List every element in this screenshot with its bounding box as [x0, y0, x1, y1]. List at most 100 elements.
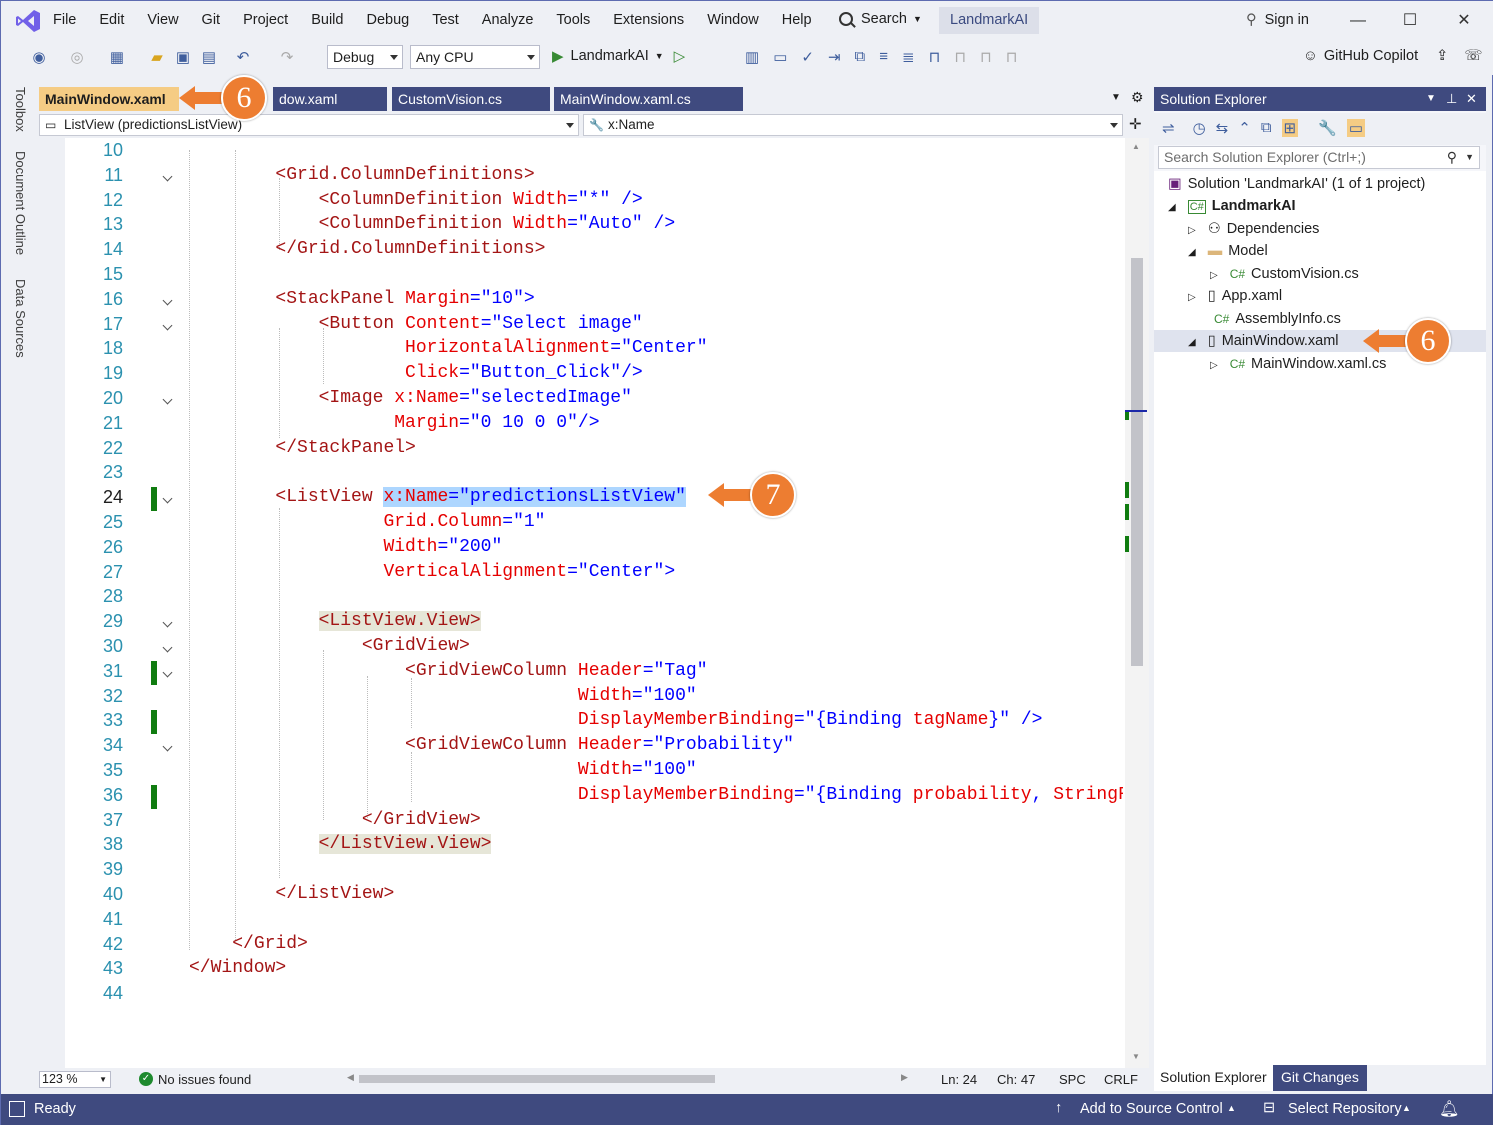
new-project-icon[interactable]: ▦ [107, 48, 127, 68]
collapsed-icon[interactable]: ▷ [1188, 292, 1196, 303]
menu-test[interactable]: Test [419, 12, 469, 28]
horizontal-scroll-thumb[interactable] [359, 1075, 715, 1083]
code-line[interactable]: <GridViewColumn Header="Probability" [189, 735, 794, 759]
notifications-bell-icon[interactable]: 🔔︎ [1439, 1099, 1459, 1119]
switch-views-icon[interactable]: ⇌ [1162, 119, 1175, 137]
pin-icon[interactable]: ⊥ [1446, 87, 1457, 111]
browse-icon[interactable]: ▥ [745, 48, 759, 66]
expanded-icon[interactable]: ◢ [1188, 337, 1196, 348]
menu-file[interactable]: File [53, 12, 86, 28]
feedback-icon[interactable]: ☏ [1464, 48, 1482, 64]
code-line[interactable]: <ListView x:Name="predictionsListView" [189, 487, 686, 511]
scroll-left-icon[interactable]: ◀ [347, 1072, 354, 1083]
code-line[interactable]: Width="100" [189, 686, 697, 710]
step-icon[interactable]: ⇥ [828, 48, 841, 66]
code-line[interactable]: <Image x:Name="selectedImage" [189, 388, 632, 412]
preview-icon[interactable]: ▭ [1346, 119, 1365, 137]
show-all-files-icon[interactable]: ⧉ [1261, 119, 1272, 137]
menu-window[interactable]: Window [694, 12, 769, 28]
chevron-down-icon[interactable]: ▼ [1465, 147, 1474, 168]
tree-node-assemblyinfo[interactable]: C# AssemblyInfo.cs [1214, 308, 1341, 330]
code-line[interactable]: </GridView> [189, 810, 481, 834]
add-to-source-control-button[interactable]: Add to Source Control [1080, 1101, 1223, 1117]
sign-in-button[interactable]: ⚲ Sign in [1246, 12, 1309, 28]
redo-icon[interactable]: ↷ [277, 48, 297, 68]
code-line[interactable]: </Grid.ColumnDefinitions> [189, 239, 545, 263]
tab-mainwindow-xaml-cs[interactable]: MainWindow.xaml.cs [554, 87, 743, 111]
search-box[interactable]: Search ▼ [839, 11, 922, 27]
menu-git[interactable]: Git [189, 12, 231, 28]
code-area[interactable]: <Grid.ColumnDefinitions> <ColumnDefiniti… [39, 138, 1123, 1068]
tab-solution-explorer[interactable]: Solution Explorer [1154, 1065, 1273, 1091]
code-line[interactable]: </ListView.View> [189, 834, 492, 858]
menu-edit[interactable]: Edit [86, 12, 134, 28]
navigate-back-icon[interactable]: ◉ [29, 48, 49, 68]
split-icon[interactable]: ✛ [1129, 115, 1142, 133]
code-line[interactable]: Click="Button_Click"/> [189, 363, 643, 387]
filter-icon[interactable]: ⊞ [1281, 119, 1299, 137]
code-line[interactable]: <ColumnDefinition Width="*" /> [189, 190, 643, 214]
tab-git-changes[interactable]: Git Changes [1273, 1065, 1367, 1091]
clear-bookmarks-icon[interactable]: ⊓ [1006, 48, 1018, 66]
zoom-dropdown[interactable]: 123 % ▼ [39, 1071, 111, 1088]
layout-icon[interactable]: ▭ [773, 48, 787, 66]
tree-node-customvision[interactable]: ▷ C# CustomVision.cs [1210, 263, 1359, 285]
navigate-forward-icon[interactable]: ◎ [67, 48, 87, 68]
select-repository-button[interactable]: Select Repository [1288, 1101, 1402, 1117]
minimize-button[interactable]: — [1335, 7, 1381, 35]
scroll-thumb[interactable] [1131, 258, 1143, 666]
whitespace-status[interactable]: SPC [1059, 1072, 1086, 1087]
code-line[interactable]: Width="200" [189, 537, 502, 561]
vertical-scrollbar[interactable]: ▲ ▼ [1125, 138, 1149, 1068]
code-line[interactable]: HorizontalAlignment="Center" [189, 338, 707, 362]
code-line[interactable]: Width="100" [189, 760, 697, 784]
code-line[interactable]: Grid.Column="1" [189, 512, 545, 536]
data-sources-tab[interactable]: Data Sources [13, 279, 28, 358]
compare-icon[interactable]: ⧉ [855, 48, 866, 66]
menu-build[interactable]: Build [298, 12, 353, 28]
start-without-debugging-icon[interactable]: ▷ [674, 47, 686, 65]
solution-explorer-search[interactable]: Search Solution Explorer (Ctrl+;) ⚲ ▼ [1158, 146, 1480, 169]
spellcheck-icon[interactable]: ✓ [801, 48, 814, 66]
menu-tools[interactable]: Tools [543, 12, 600, 28]
panel-menu-icon[interactable]: ▼ [1426, 87, 1436, 111]
code-line[interactable]: DisplayMemberBinding="{Binding probabili… [189, 785, 1123, 809]
menu-extensions[interactable]: Extensions [600, 12, 694, 28]
member-dropdown[interactable]: 🔧 x:Name [583, 114, 1123, 136]
next-bookmark-icon[interactable]: ⊓ [980, 48, 992, 66]
line-number-status[interactable]: Ln: 24 [941, 1072, 977, 1087]
code-line[interactable]: <Button Content="Select image" [189, 314, 643, 338]
menu-view[interactable]: View [134, 12, 188, 28]
issues-status[interactable]: No issues found [158, 1072, 251, 1087]
close-panel-icon[interactable]: ✕ [1466, 87, 1477, 111]
tab-overflow-icon[interactable]: ▼ [1111, 92, 1121, 103]
tree-node-model-folder[interactable]: ◢ ▬ Model [1188, 240, 1268, 262]
scroll-down-icon[interactable]: ▼ [1132, 1052, 1140, 1061]
platform-dropdown[interactable]: Any CPU [410, 45, 540, 69]
code-line[interactable]: <Grid.ColumnDefinitions> [189, 165, 534, 189]
code-line[interactable]: </StackPanel> [189, 438, 415, 462]
code-line[interactable]: Margin="0 10 0 0"/> [189, 413, 599, 437]
menu-help[interactable]: Help [769, 12, 822, 28]
open-folder-icon[interactable]: ▰ [147, 48, 167, 68]
tab-mainwindow-xaml[interactable]: MainWindow.xaml [39, 87, 179, 111]
code-line[interactable]: <StackPanel Margin="10"> [189, 289, 534, 313]
collapse-all-icon[interactable]: ⌃ [1238, 119, 1251, 137]
outdent-icon[interactable]: ≣ [902, 48, 915, 66]
save-icon[interactable]: ▣ [173, 48, 193, 68]
code-editor[interactable]: 10 11 12 13 14 15 16 17 18 19 20 21 22 23 24 25 26 27 28 29… [39, 138, 1149, 1068]
start-debugging-button[interactable]: ▶ LandmarkAI ▼ ▷ [552, 47, 685, 65]
code-line[interactable]: <ColumnDefinition Width="Auto" /> [189, 214, 676, 238]
collapsed-icon[interactable]: ▷ [1210, 270, 1218, 281]
element-dropdown[interactable]: ▭ ListView (predictionsListView) [39, 114, 579, 136]
save-all-icon[interactable]: ▤ [199, 48, 219, 68]
bookmark-icon[interactable]: ⊓ [929, 48, 941, 66]
tree-node-dependencies[interactable]: ▷ ⚇ Dependencies [1188, 218, 1319, 240]
github-copilot-button[interactable]: ☺ GitHub Copilot ⇪ ☏ [1303, 48, 1482, 64]
collapsed-icon[interactable]: ▷ [1188, 225, 1196, 236]
sync-icon[interactable]: ⇆ [1216, 119, 1229, 137]
document-outline-tab[interactable]: Document Outline [13, 151, 28, 255]
menu-analyze[interactable]: Analyze [469, 12, 544, 28]
tab-customvision-cs[interactable]: CustomVision.cs [392, 87, 550, 111]
code-line[interactable]: </ListView> [189, 884, 394, 908]
